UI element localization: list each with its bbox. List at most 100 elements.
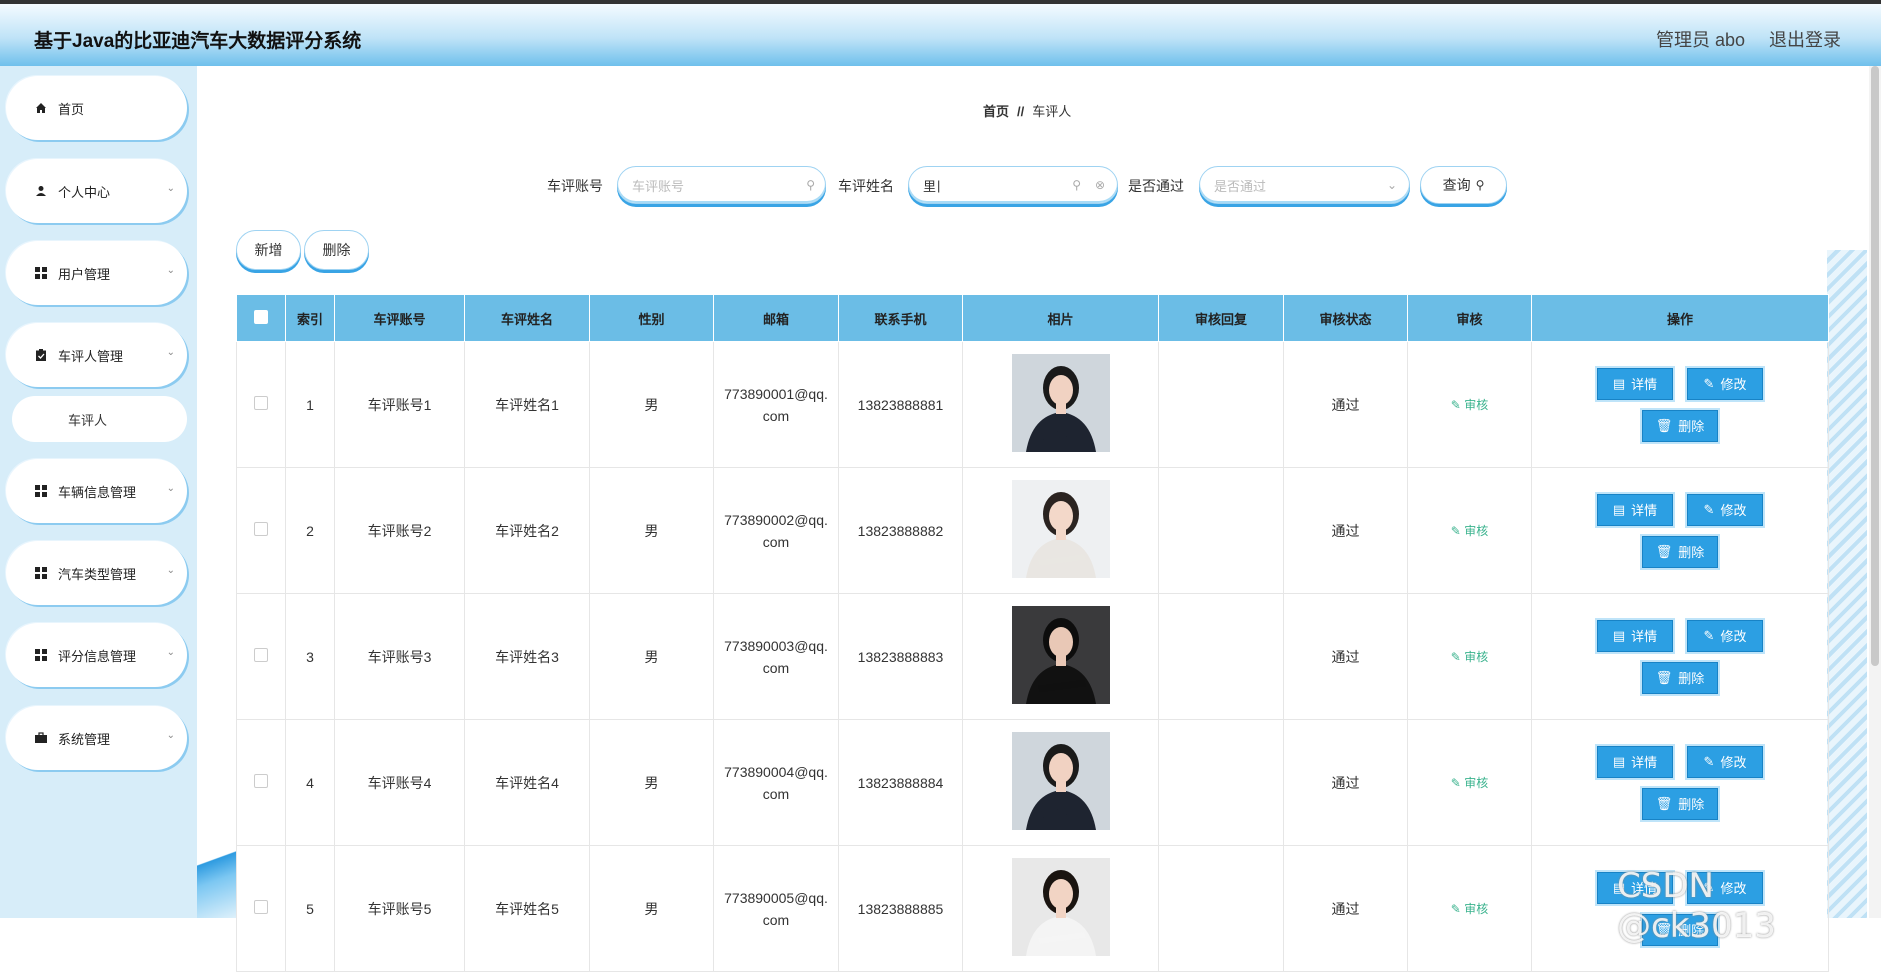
breadcrumb-current: 车评人 xyxy=(1032,104,1072,119)
cell-name: 车评姓名1 xyxy=(464,341,590,468)
scrollbar-thumb[interactable] xyxy=(1871,66,1879,666)
app-title: 基于Java的比亚迪汽车大数据评分系统 xyxy=(34,31,362,52)
cell-index: 1 xyxy=(285,341,335,468)
trash-icon: 🗑 xyxy=(1655,417,1673,433)
add-button[interactable]: 新增 xyxy=(236,230,301,270)
cell-phone: 13823888881 xyxy=(838,341,963,468)
pencil-icon: ✎ xyxy=(1450,398,1465,412)
column-header: 审核状态 xyxy=(1283,294,1408,342)
audit-label: 审核 xyxy=(1464,902,1489,916)
edit-button[interactable]: ✎ 修改 xyxy=(1687,619,1763,652)
delete-button[interactable]: 🗑 删除 xyxy=(1642,787,1718,820)
cell-index: 5 xyxy=(285,845,335,972)
account-search-input[interactable]: 车评账号 ⚲ xyxy=(617,166,826,204)
home-icon xyxy=(34,101,48,115)
select-all-checkbox[interactable] xyxy=(236,294,286,342)
detail-button[interactable]: ▤ 详情 xyxy=(1597,367,1673,400)
sidebar-item-system[interactable]: 系统管理 ⌄ xyxy=(6,706,187,770)
logout-button[interactable]: 退出登录 xyxy=(1769,26,1841,52)
detail-button[interactable]: ▤ 详情 xyxy=(1597,493,1673,526)
avatar-photo[interactable] xyxy=(1011,606,1110,704)
detail-button[interactable]: ▤ 详情 xyxy=(1597,745,1673,778)
cell-reply xyxy=(1158,341,1284,468)
cell-account: 车评账号5 xyxy=(334,845,465,972)
avatar-photo[interactable] xyxy=(1011,480,1110,578)
pencil-icon: ✎ xyxy=(1703,375,1715,391)
edit-label: 修改 xyxy=(1720,629,1747,644)
user-label[interactable]: 管理员 abo xyxy=(1656,26,1745,52)
column-header: 邮箱 xyxy=(713,294,839,342)
cell-photo xyxy=(962,467,1159,594)
delete-button[interactable]: 🗑 删除 xyxy=(1642,535,1718,568)
avatar-photo[interactable] xyxy=(1011,858,1110,956)
edit-label: 修改 xyxy=(1720,377,1747,392)
avatar-photo[interactable] xyxy=(1011,354,1110,452)
cell-email: 773890001@qq.com xyxy=(713,341,839,468)
audit-link[interactable]: ✎ 审核 xyxy=(1451,524,1488,538)
row-checkbox[interactable] xyxy=(236,593,286,720)
sidebar-item-vehicles[interactable]: 车辆信息管理 ⌄ xyxy=(6,459,187,523)
edit-button[interactable]: ✎ 修改 xyxy=(1687,745,1763,778)
sidebar-item-car-types[interactable]: 汽车类型管理 ⌄ xyxy=(6,541,187,605)
table-header-row: 索引 车评账号 车评姓名 性别 邮箱 联系手机 相片 审核回复 审核状态 审核 … xyxy=(236,294,1829,342)
audit-link[interactable]: ✎ 审核 xyxy=(1451,398,1488,412)
document-icon: ▤ xyxy=(1612,753,1626,769)
row-checkbox[interactable] xyxy=(236,467,286,594)
sidebar-item-label: 汽车类型管理 xyxy=(58,566,137,582)
row-checkbox[interactable] xyxy=(236,341,286,468)
name-label: 车评姓名 xyxy=(838,178,894,194)
sidebar-item-reviewers[interactable]: 车评人管理 ⌄ xyxy=(6,323,187,387)
edit-button[interactable]: ✎ 修改 xyxy=(1687,493,1763,526)
chevron-down-icon: ⌄ xyxy=(166,565,175,576)
delete-label: 删除 xyxy=(1678,419,1705,434)
cell-reply xyxy=(1158,467,1284,594)
clipboard-icon xyxy=(34,348,48,362)
cell-audit: ✎ 审核 xyxy=(1407,467,1532,594)
top-bar: 基于Java的比亚迪汽车大数据评分系统 管理员 abo 退出登录 xyxy=(0,0,1881,66)
top-right-menu: 管理员 abo 退出登录 xyxy=(1656,26,1841,52)
pass-label: 是否通过 xyxy=(1128,178,1184,194)
trash-icon: 🗑 xyxy=(1655,669,1673,685)
edit-button[interactable]: ✎ 修改 xyxy=(1687,367,1763,400)
cell-audit: ✎ 审核 xyxy=(1407,593,1532,720)
cell-gender: 男 xyxy=(589,467,714,594)
pencil-icon: ✎ xyxy=(1703,501,1715,517)
bulk-delete-button[interactable]: 删除 xyxy=(304,230,369,270)
cell-reply xyxy=(1158,593,1284,720)
cell-audit: ✎ 审核 xyxy=(1407,719,1532,846)
query-button[interactable]: 查询 ⚲ xyxy=(1420,166,1507,204)
pass-select[interactable]: 是否通过 ⌄ xyxy=(1199,166,1410,204)
cell-gender: 男 xyxy=(589,593,714,720)
audit-label: 审核 xyxy=(1464,524,1489,538)
cell-status: 通过 xyxy=(1283,845,1408,972)
sidebar-item-home[interactable]: 首页 xyxy=(6,76,187,140)
audit-link[interactable]: ✎ 审核 xyxy=(1451,776,1488,790)
audit-link[interactable]: ✎ 审核 xyxy=(1451,650,1488,664)
sidebar-item-ratings[interactable]: 评分信息管理 ⌄ xyxy=(6,623,187,687)
sidebar-item-users[interactable]: 用户管理 ⌄ xyxy=(6,241,187,305)
breadcrumb-home[interactable]: 首页 xyxy=(983,104,1009,119)
search-icon: ⚲ xyxy=(1475,178,1485,192)
delete-button[interactable]: 🗑 删除 xyxy=(1642,409,1718,442)
row-checkbox[interactable] xyxy=(236,719,286,846)
cell-account: 车评账号1 xyxy=(334,341,465,468)
cell-actions: ▤ 详情 ✎ 修改 🗑 删除 xyxy=(1531,341,1829,468)
cell-reply xyxy=(1158,719,1284,846)
name-search-input[interactable]: 里 | ⚲ ⊗ xyxy=(908,166,1118,204)
cell-name: 车评姓名2 xyxy=(464,467,590,594)
cell-phone: 13823888883 xyxy=(838,593,963,720)
vertical-scrollbar[interactable] xyxy=(1869,66,1881,918)
detail-button[interactable]: ▤ 详情 xyxy=(1597,619,1673,652)
delete-button[interactable]: 🗑 删除 xyxy=(1642,661,1718,694)
cell-account: 车评账号2 xyxy=(334,467,465,594)
clear-icon[interactable]: ⊗ xyxy=(1095,178,1105,192)
row-checkbox[interactable] xyxy=(236,845,286,972)
sidebar-item-profile[interactable]: 个人中心 ⌄ xyxy=(6,159,187,223)
cell-status: 通过 xyxy=(1283,341,1408,468)
audit-link[interactable]: ✎ 审核 xyxy=(1451,902,1488,916)
avatar-photo[interactable] xyxy=(1011,732,1110,830)
delete-label: 删除 xyxy=(1678,545,1705,560)
sidebar-item-label: 评分信息管理 xyxy=(58,648,137,664)
sidebar-subitem-reviewer[interactable]: 车评人 xyxy=(12,396,187,442)
cell-actions: ▤ 详情 ✎ 修改 🗑 删除 xyxy=(1531,593,1829,720)
